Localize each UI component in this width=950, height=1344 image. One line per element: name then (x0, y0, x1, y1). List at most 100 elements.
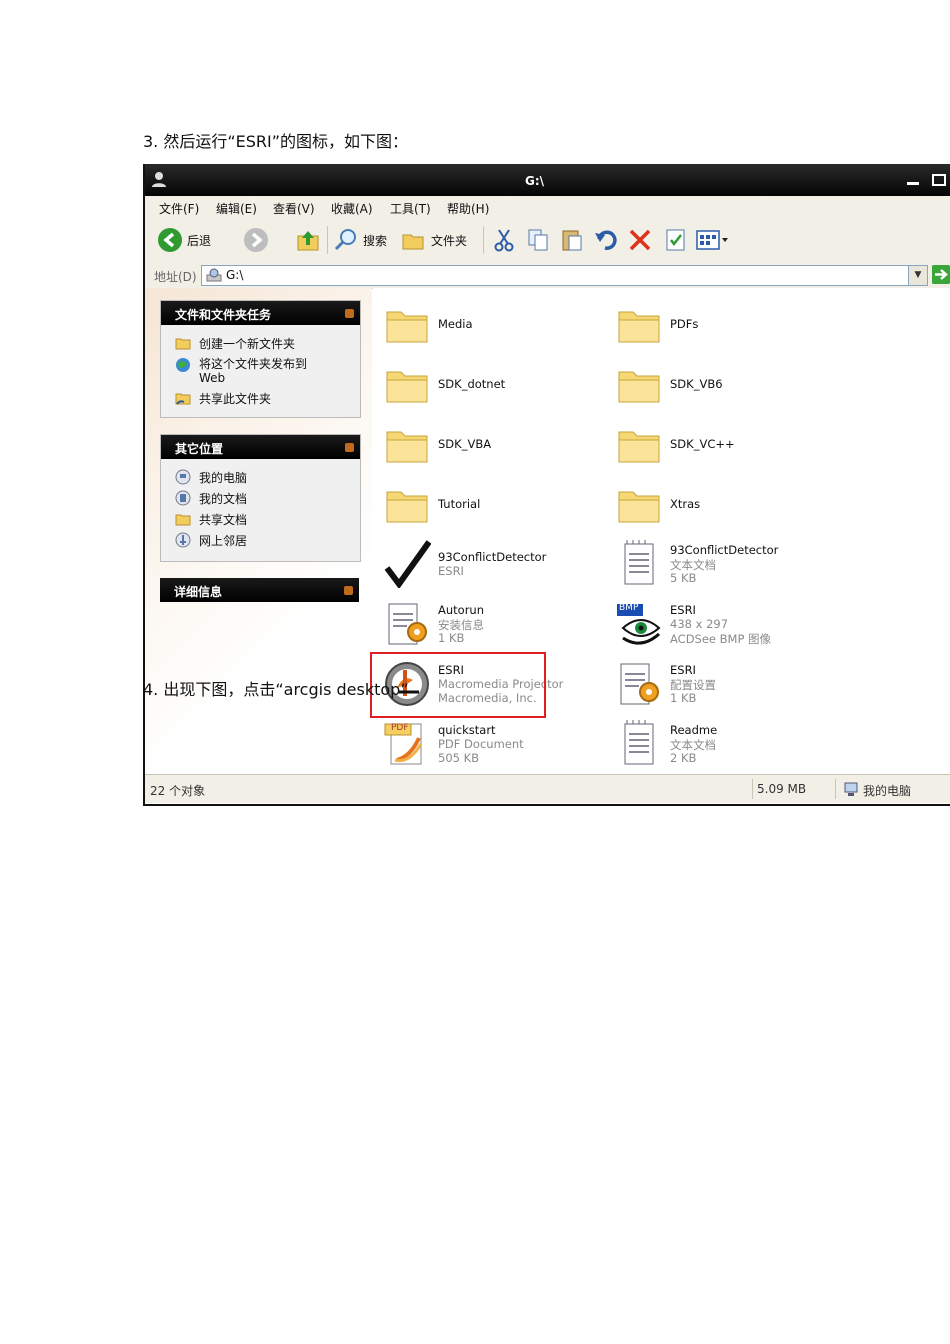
file-item-readme[interactable]: Readme 文本文档 2 KB (610, 716, 840, 772)
checkmark-icon (384, 540, 431, 588)
file-type: PDF Document (438, 737, 524, 751)
address-field[interactable]: G:\ (201, 265, 910, 286)
paste-icon (562, 230, 582, 251)
file-item-xtras[interactable]: Xtras (610, 476, 840, 532)
menu-edit[interactable]: 编辑(E) (216, 200, 257, 217)
task-new-folder[interactable]: 创建一个新文件夹 (175, 335, 295, 352)
copy-icon (528, 229, 548, 251)
place-network-label: 网上邻居 (199, 534, 248, 548)
file-tasks-title: 文件和文件夹任务 (175, 308, 272, 322)
file-item-sdk-vba[interactable]: SDK_VBA (378, 416, 608, 472)
image-dimensions: 438 x 297 (670, 617, 729, 631)
address-dropdown-icon[interactable]: ▼ (908, 265, 928, 286)
folders-label: 文件夹 (431, 233, 468, 248)
delete-x-icon (629, 229, 651, 251)
text-document-icon (624, 540, 654, 585)
file-name: Tutorial (438, 497, 481, 511)
file-name: PDFs (670, 317, 699, 331)
properties-button[interactable] (663, 226, 689, 254)
file-item-tutorial[interactable]: Tutorial (378, 476, 608, 532)
file-item-esri-bmp[interactable]: BMP ESRI 438 x 297 ACDSee BMP 图像 (610, 596, 840, 652)
place-my-computer[interactable]: 我的电脑 (175, 469, 247, 486)
menu-help[interactable]: 帮助(H) (447, 200, 489, 217)
undo-button[interactable] (593, 226, 619, 254)
file-type: ACDSee BMP 图像 (670, 632, 772, 646)
network-icon (175, 532, 191, 548)
up-folder-icon (297, 231, 319, 251)
folders-button[interactable]: 文件夹 (401, 226, 467, 254)
file-size: 1 KB (438, 631, 465, 645)
copy-button[interactable] (525, 226, 551, 254)
file-item-pdfs[interactable]: PDFs (610, 296, 840, 352)
file-item-esri-config[interactable]: ESRI 配置设置 1 KB (610, 656, 840, 712)
file-size: 1 KB (670, 691, 697, 705)
file-item-sdk-vb6[interactable]: SDK_VB6 (610, 356, 840, 412)
views-button[interactable] (695, 226, 729, 254)
search-label: 搜索 (363, 233, 388, 248)
details-header[interactable]: 详细信息 (160, 578, 359, 602)
toolbar: 后退 搜索 文件夹 (145, 218, 950, 263)
paste-button[interactable] (559, 226, 585, 254)
search-button[interactable]: 搜索 (333, 226, 387, 254)
cut-button[interactable] (491, 226, 517, 254)
new-folder-icon (175, 338, 191, 350)
delete-button[interactable] (627, 226, 653, 254)
text-document-icon (624, 720, 654, 765)
place-my-documents[interactable]: 我的文档 (175, 490, 247, 507)
computer-icon (175, 469, 191, 485)
step-3-text: 3. 然后运行“ESRI”的图标，如下图： (143, 132, 409, 151)
file-item-quickstart[interactable]: PDF quickstart PDF Document 505 KB (378, 716, 608, 772)
views-grid-icon (696, 230, 728, 250)
task-publish-label: 将这个文件夹发布到 (199, 357, 308, 371)
menu-tools[interactable]: 工具(T) (390, 200, 431, 217)
file-name: 93ConflictDetector (670, 543, 779, 557)
menu-view[interactable]: 查看(V) (273, 200, 315, 217)
file-item-media[interactable]: Media (378, 296, 608, 352)
folder-icon (618, 431, 660, 463)
menu-favorites[interactable]: 收藏(A) (331, 200, 373, 217)
config-settings-icon (620, 663, 659, 705)
shared-folder-icon (175, 514, 191, 526)
file-item-sdk-vcpp[interactable]: SDK_VC++ (610, 416, 840, 472)
back-button[interactable]: 后退 (157, 226, 211, 254)
file-name: quickstart (438, 723, 496, 737)
back-label: 后退 (187, 233, 212, 248)
place-my-computer-label: 我的电脑 (199, 471, 248, 485)
up-folder-button[interactable] (295, 226, 321, 254)
minimize-icon[interactable] (905, 174, 921, 186)
go-arrow-icon[interactable] (932, 265, 950, 284)
file-item-autorun[interactable]: Autorun 安装信息 1 KB (378, 596, 608, 652)
place-my-documents-label: 我的文档 (199, 492, 248, 506)
other-places-box: 其它位置 我的电脑 我的文档 共享文档 网上邻居 (160, 434, 361, 562)
details-title: 详细信息 (174, 585, 223, 599)
file-item-conflict-txt[interactable]: 93ConflictDetector 文本文档 5 KB (610, 536, 840, 592)
file-name: SDK_VBA (438, 437, 492, 451)
file-item-sdk-dotnet[interactable]: SDK_dotnet (378, 356, 608, 412)
folder-icon (618, 311, 660, 343)
task-share-folder[interactable]: 共享此文件夹 (175, 390, 271, 407)
step-4-text: 4. 出现下图，点击“arcgis desktop” (143, 680, 409, 699)
share-folder-icon (175, 393, 191, 405)
forward-button[interactable] (243, 226, 269, 254)
task-publish-web[interactable]: 将这个文件夹发布到 Web (175, 357, 307, 385)
total-size: 5.09 MB (757, 782, 807, 796)
status-bar: 22 个对象 5.09 MB 我的电脑 (145, 774, 950, 803)
collapse-icon[interactable] (345, 443, 354, 452)
pdf-badge: PDF (391, 723, 409, 733)
file-item-conflict-exe[interactable]: 93ConflictDetector ESRI (378, 536, 608, 592)
menu-file[interactable]: 文件(F) (159, 200, 199, 217)
other-places-header[interactable]: 其它位置 (161, 435, 360, 459)
place-network[interactable]: 网上邻居 (175, 532, 247, 549)
maximize-icon[interactable] (931, 174, 947, 186)
file-tasks-box: 文件和文件夹任务 创建一个新文件夹 将这个文件夹发布到 Web 共享此文件夹 (160, 300, 361, 418)
file-name: ESRI (670, 603, 696, 617)
file-tasks-header[interactable]: 文件和文件夹任务 (161, 301, 360, 325)
file-name: Autorun (438, 603, 485, 617)
place-shared-documents[interactable]: 共享文档 (175, 511, 247, 528)
file-size: 5 KB (670, 571, 697, 585)
collapse-icon[interactable] (345, 309, 354, 318)
address-bar: 地址(D) G:\ ▼ (145, 262, 950, 289)
documents-icon (175, 490, 191, 506)
expand-icon[interactable] (344, 586, 353, 595)
explorer-window: G:\ 文件(F) 编辑(E) 查看(V) 收藏(A) 工具(T) 帮助(H) … (143, 164, 950, 806)
